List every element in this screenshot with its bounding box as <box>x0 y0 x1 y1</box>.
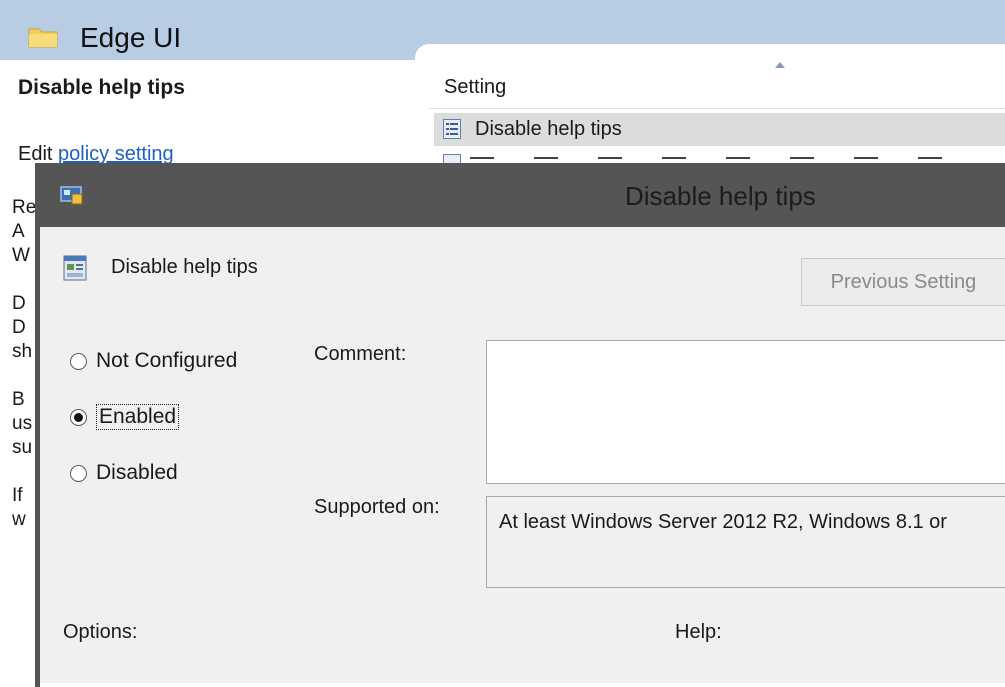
dialog-titlebar[interactable] <box>35 163 1005 227</box>
folder-icon <box>28 28 58 48</box>
previous-setting-button[interactable]: Previous Setting <box>801 258 1005 306</box>
sort-ascending-icon <box>775 62 785 68</box>
help-label: Help: <box>675 621 722 643</box>
left-pane-heading: Disable help tips <box>18 76 185 99</box>
policy-setting-link[interactable]: policy setting <box>58 143 174 165</box>
policy-setting-icon <box>63 255 87 281</box>
radio-enabled[interactable]: Enabled <box>70 404 180 430</box>
column-header-setting[interactable]: Setting <box>444 76 506 99</box>
dialog-title: Disable help tips <box>625 181 816 211</box>
comment-field[interactable] <box>486 340 1005 484</box>
header-divider <box>428 108 1005 109</box>
edit-prefix: Edit <box>18 143 53 165</box>
radio-label: Enabled <box>96 404 180 430</box>
radio-disabled[interactable]: Disabled <box>70 461 178 485</box>
list-row-label: Disable help tips <box>475 118 622 140</box>
dialog-border <box>35 227 40 687</box>
options-label: Options: <box>63 621 138 643</box>
comment-label: Comment: <box>314 343 407 365</box>
policy-dialog: Disable help tips Disable help tips Prev… <box>35 163 1005 687</box>
radio-label: Not Configured <box>96 349 238 372</box>
policy-name: Disable help tips <box>111 256 258 278</box>
policy-list-icon <box>443 119 461 139</box>
supported-on-field[interactable]: At least Windows Server 2012 R2, Windows… <box>486 496 1005 588</box>
radio-indicator[interactable] <box>70 352 87 370</box>
radio-indicator[interactable] <box>70 408 87 426</box>
folder-title: Edge UI <box>80 22 182 53</box>
supported-on-value: At least Windows Server 2012 R2, Windows… <box>499 511 947 533</box>
radio-indicator[interactable] <box>70 464 87 482</box>
radio-label: Disabled <box>96 461 178 484</box>
radio-not-configured[interactable]: Not Configured <box>70 349 237 373</box>
supported-on-label: Supported on: <box>314 496 440 518</box>
app-window-icon <box>60 186 83 205</box>
